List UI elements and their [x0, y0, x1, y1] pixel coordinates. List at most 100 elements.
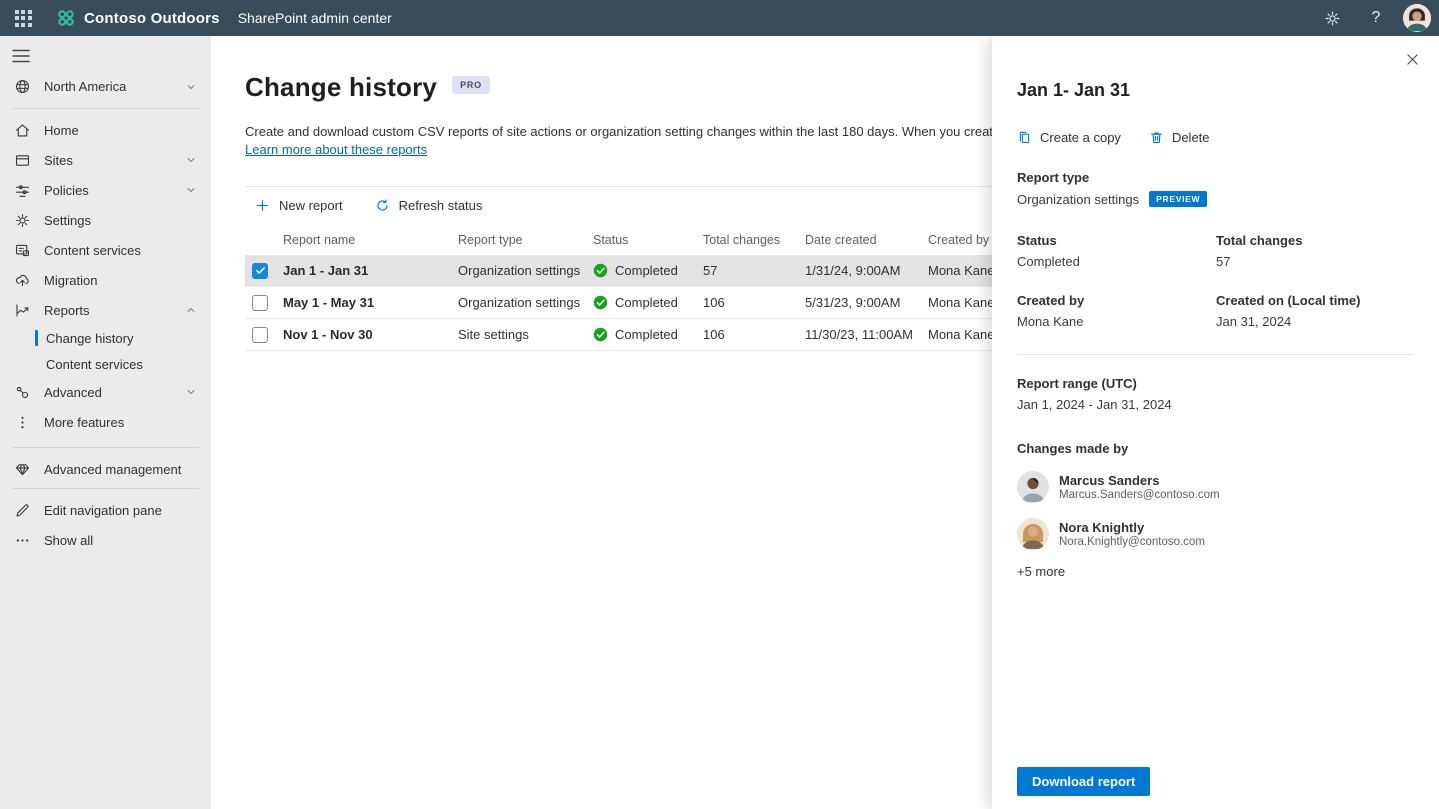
column-header-report-name[interactable]: Report name [283, 233, 458, 247]
diamond-icon [14, 461, 31, 478]
person-avatar-icon [1017, 471, 1049, 503]
show-more-people-link[interactable]: +5 more [1017, 564, 1414, 579]
sidebar-item-label: Content services [44, 243, 141, 258]
new-report-button[interactable]: New report [255, 198, 343, 213]
column-header-total-changes[interactable]: Total changes [703, 233, 805, 247]
policies-icon [14, 182, 31, 199]
gear-icon [1324, 10, 1341, 27]
sidebar-item-label: Settings [44, 213, 91, 228]
person-email: Nora.Knightly@contoso.com [1059, 536, 1205, 548]
region-selector[interactable]: North America [0, 69, 211, 104]
report-range-value: Jan 1, 2024 - Jan 31, 2024 [1017, 397, 1414, 412]
sidebar-item-home[interactable]: Home [0, 115, 211, 145]
topbar-actions: ? [1315, 0, 1439, 36]
sidebar-item-sites[interactable]: Sites [0, 145, 211, 175]
report-type-value: Organization settings [1017, 192, 1139, 207]
table-row[interactable]: Nov 1 - Nov 30 Site settings Completed 1… [245, 319, 1039, 351]
help-icon: ? [1372, 9, 1381, 27]
cell-status: Completed [615, 263, 678, 278]
collapse-nav-button[interactable] [0, 36, 44, 69]
close-icon [1405, 52, 1420, 67]
sidebar-item-settings[interactable]: Settings [0, 205, 211, 235]
sidebar-item-show-all[interactable]: Show all [0, 525, 211, 555]
sidebar-item-label: Reports [44, 303, 90, 318]
chevron-down-icon [185, 184, 197, 196]
settings-icon [14, 212, 31, 229]
refresh-status-button[interactable]: Refresh status [375, 198, 483, 213]
pro-badge: PRO [452, 76, 490, 94]
sidebar-item-label: Home [44, 123, 79, 138]
contoso-logo-icon [56, 8, 76, 28]
chevron-down-icon [185, 81, 197, 93]
sidebar-item-edit-navigation[interactable]: Edit navigation pane [0, 495, 211, 525]
table-row[interactable]: May 1 - May 31 Organization settings Com… [245, 287, 1039, 319]
download-report-button[interactable]: Download report [1017, 767, 1150, 796]
more-features-icon [14, 414, 31, 431]
sidebar-item-reports[interactable]: Reports [0, 295, 211, 325]
chevron-down-icon [185, 154, 197, 166]
column-header-date-created[interactable]: Date created [805, 233, 928, 247]
person-avatar-icon [1017, 518, 1049, 550]
sidebar-item-content-services[interactable]: Content services [0, 235, 211, 265]
sidebar-item-label: Edit navigation pane [44, 503, 162, 518]
total-changes-value: 57 [1216, 254, 1414, 269]
total-changes-label: Total changes [1216, 233, 1414, 248]
row-checkbox[interactable] [252, 295, 268, 311]
cell-total-changes: 106 [703, 295, 805, 310]
completed-check-icon [593, 263, 608, 278]
close-panel-button[interactable] [1399, 46, 1425, 72]
sidebar-item-change-history[interactable]: Change history [0, 325, 211, 351]
person-email: Marcus.Sanders@contoso.com [1059, 489, 1220, 501]
person-list-item[interactable]: Nora Knightly Nora.Knightly@contoso.com [1017, 518, 1414, 550]
person-list-item[interactable]: Marcus Sanders Marcus.Sanders@contoso.co… [1017, 471, 1414, 503]
reports-icon [14, 302, 31, 319]
sidebar-item-migration[interactable]: Migration [0, 265, 211, 295]
cell-report-type: Site settings [458, 327, 593, 342]
column-header-report-type[interactable]: Report type [458, 233, 593, 247]
nav-divider [12, 488, 199, 489]
sidebar-item-advanced[interactable]: Advanced [0, 377, 211, 407]
settings-gear-button[interactable] [1315, 0, 1349, 36]
account-avatar[interactable] [1403, 4, 1431, 32]
sidebar-item-reports-content-services[interactable]: Content services [0, 351, 211, 377]
sidebar-item-label: Sites [44, 153, 73, 168]
panel-actions: Create a copy Delete [1017, 130, 1414, 145]
sidebar-item-more-features[interactable]: More features [0, 407, 211, 437]
person-name: Nora Knightly [1059, 520, 1205, 535]
region-label: North America [44, 79, 126, 94]
person-avatar [1017, 518, 1049, 550]
sidebar-item-policies[interactable]: Policies [0, 175, 211, 205]
app-launcher-button[interactable] [0, 0, 46, 36]
app-title: SharePoint admin center [238, 10, 392, 26]
cell-status: Completed [615, 295, 678, 310]
create-copy-label: Create a copy [1040, 130, 1121, 145]
selected-indicator [35, 356, 38, 372]
row-checkbox[interactable] [252, 327, 268, 343]
delete-button[interactable]: Delete [1149, 130, 1210, 145]
created-on-label: Created on (Local time) [1216, 293, 1414, 308]
delete-label: Delete [1172, 130, 1210, 145]
panel-title: Jan 1- Jan 31 [1017, 80, 1414, 101]
org-brand[interactable]: Contoso Outdoors [56, 8, 220, 28]
cell-report-name: Jan 1 - Jan 31 [283, 263, 458, 278]
selected-indicator [35, 330, 38, 346]
table-row[interactable]: Jan 1 - Jan 31 Organization settings Com… [245, 255, 1039, 287]
completed-check-icon [593, 295, 608, 310]
completed-check-icon [593, 327, 608, 342]
ellipsis-icon [14, 532, 31, 549]
person-name: Marcus Sanders [1059, 473, 1220, 488]
learn-more-link[interactable]: Learn more about these reports [245, 142, 427, 157]
waffle-icon [15, 10, 32, 27]
person-avatar [1017, 471, 1049, 503]
sidebar-item-advanced-management[interactable]: Advanced management [0, 454, 211, 484]
help-button[interactable]: ? [1359, 0, 1393, 36]
check-icon [255, 265, 266, 276]
column-header-status[interactable]: Status [593, 233, 703, 247]
create-copy-button[interactable]: Create a copy [1017, 130, 1121, 145]
row-checkbox-checked[interactable] [252, 263, 268, 279]
sidebar-item-label: Show all [44, 533, 93, 548]
pencil-icon [14, 502, 31, 519]
created-by-value: Mona Kane [1017, 314, 1216, 329]
table-header-row: Report name Report type Status Total cha… [245, 225, 1039, 255]
sidebar-item-label: Change history [46, 331, 133, 346]
